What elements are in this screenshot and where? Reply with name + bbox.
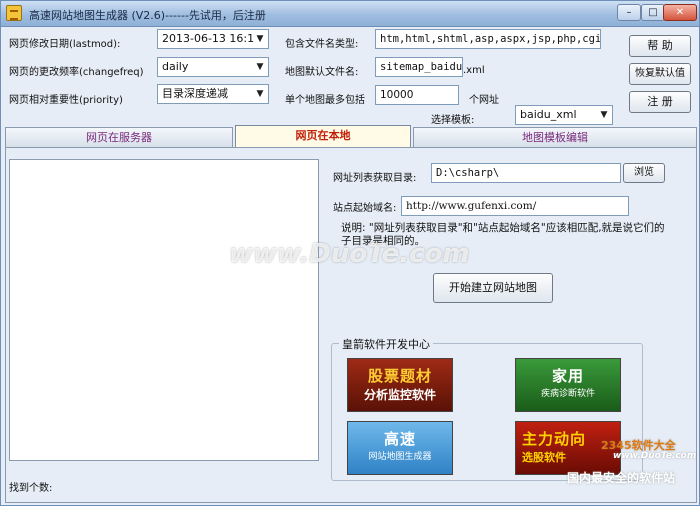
template-value: baidu_xml <box>520 108 577 121</box>
max-urls-input[interactable]: 10000 <box>375 85 459 105</box>
ad-line1: 股票题材 <box>367 367 432 385</box>
ad-line2: 网站地图生成器 <box>368 452 432 462</box>
footer-watermark: 国内最安全的软件站 <box>567 471 676 485</box>
close-button[interactable]: ✕ <box>663 4 697 21</box>
start-domain-input[interactable]: http://www.gufenxi.com/ <box>401 196 629 216</box>
ad-line1: 家用 <box>551 367 584 385</box>
dev-center-title: 皇箭软件开发中心 <box>339 336 433 352</box>
ad-line2: 分析监控软件 <box>363 388 436 402</box>
tab-local[interactable]: 网页在本地 <box>235 125 411 147</box>
default-filename-ext: .xml <box>463 65 485 76</box>
start-domain-label: 站点起始域名: <box>333 203 397 214</box>
chevron-down-icon[interactable]: ▼ <box>252 85 268 103</box>
window-title: 高速网站地图生成器 (V2.6)------先试用，后注册 <box>29 9 266 22</box>
found-count-label: 找到个数: <box>9 483 53 494</box>
changefreq-value: daily <box>162 60 189 73</box>
filetypes-input[interactable]: htm,html,shtml,asp,aspx,jsp,php,cgi <box>375 29 601 49</box>
url-list[interactable] <box>9 159 319 461</box>
lastmod-label: 网页修改日期(lastmod): <box>9 39 121 50</box>
default-filename-input[interactable]: sitemap_baidu <box>375 57 463 77</box>
default-filename-label: 地图默认文件名: <box>285 67 359 78</box>
corner-url-watermark: www.DuoTe.com <box>613 451 697 461</box>
template-label: 选择模板: <box>431 115 475 126</box>
source-dir-input[interactable]: D:\csharp\ <box>431 163 621 183</box>
sitemap-generator-ad[interactable]: 高速 网站地图生成器 <box>347 421 453 475</box>
changefreq-select[interactable]: daily ▼ <box>157 57 269 77</box>
center-watermark: www.DuoTe.com <box>229 239 470 269</box>
chevron-down-icon[interactable]: ▼ <box>252 58 268 76</box>
app-window: 高速网站地图生成器 (V2.6)------先试用，后注册 – □ ✕ 网页修改… <box>0 0 700 506</box>
title-bar[interactable]: 高速网站地图生成器 (V2.6)------先试用，后注册 – □ ✕ <box>1 1 699 27</box>
tab-strip: 网页在服务器 网页在本地 地图模板编辑 <box>5 125 697 147</box>
changefreq-label: 网页的更改频率(changefreq) <box>9 67 144 78</box>
priority-select[interactable]: 目录深度递减 ▼ <box>157 84 269 104</box>
home-diagnosis-ad[interactable]: 家用 疾病诊断软件 <box>515 358 621 412</box>
stock-analysis-ad[interactable]: 股票题材 分析监控软件 <box>347 358 453 412</box>
restore-defaults-button[interactable]: 恢复默认值 <box>629 63 691 85</box>
tab-server[interactable]: 网页在服务器 <box>5 127 233 147</box>
source-dir-label: 网址列表获取目录: <box>333 173 417 184</box>
tab-template-edit[interactable]: 地图模板编辑 <box>413 127 697 147</box>
filetypes-label: 包含文件名类型: <box>285 39 359 50</box>
lastmod-picker[interactable]: 2013-06-13 16:1 ▼ <box>157 29 269 49</box>
register-button[interactable]: 注 册 <box>629 91 691 113</box>
priority-value: 目录深度递减 <box>162 87 228 100</box>
chevron-down-icon[interactable]: ▼ <box>596 106 612 124</box>
browse-button[interactable]: 浏览 <box>623 163 665 183</box>
max-urls-unit: 个网址 <box>469 95 499 106</box>
maximize-button[interactable]: □ <box>641 4 665 21</box>
build-sitemap-button[interactable]: 开始建立网站地图 <box>433 273 553 303</box>
lastmod-value: 2013-06-13 16:1 <box>162 32 255 45</box>
priority-label: 网页相对重要性(priority) <box>9 95 123 106</box>
ad-line1: 高速 <box>383 430 416 448</box>
chevron-down-icon[interactable]: ▼ <box>252 30 268 48</box>
max-urls-label: 单个地图最多包括 <box>285 95 365 106</box>
help-button[interactable]: 帮 助 <box>629 35 691 57</box>
minimize-button[interactable]: – <box>617 4 641 21</box>
ad-line2: 疾病诊断软件 <box>540 389 595 399</box>
app-icon <box>6 5 22 21</box>
template-select[interactable]: baidu_xml ▼ <box>515 105 613 125</box>
